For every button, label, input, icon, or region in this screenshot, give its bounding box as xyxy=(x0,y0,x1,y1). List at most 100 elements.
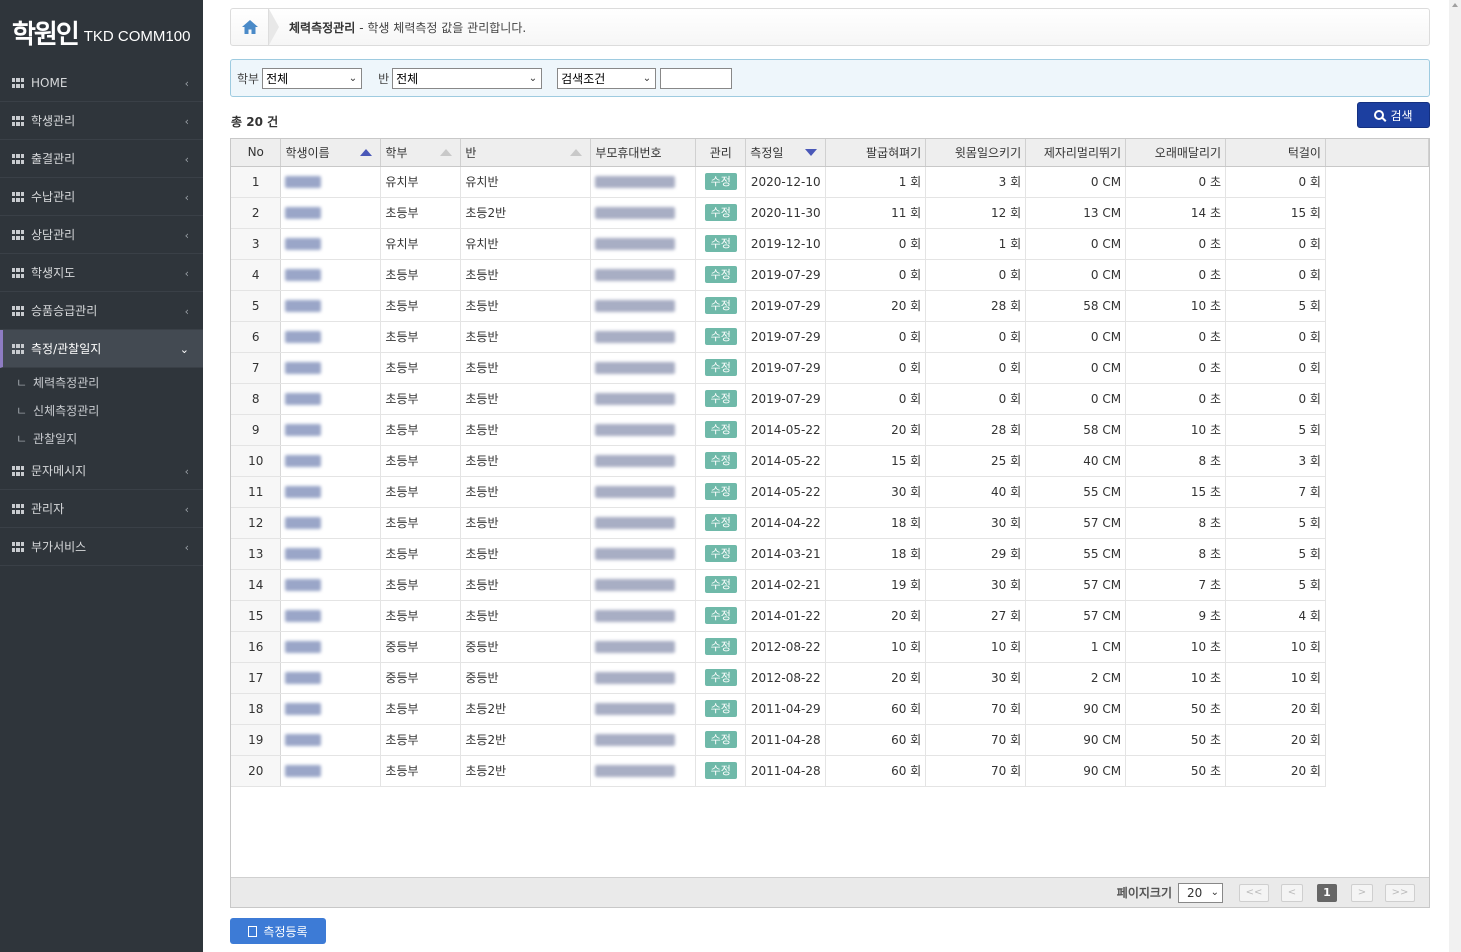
edit-button[interactable]: 수정 xyxy=(704,235,737,252)
table-row[interactable]: 17 중등부 중등반 수정 2012-08-22 20 회 30 회2 CM 10 초 10 회 xyxy=(231,662,1429,694)
submenu-item[interactable]: ㄴ 체력측정관리 xyxy=(0,368,203,396)
sidebar-item-administrator[interactable]: 관리자 ‹ xyxy=(0,490,203,528)
scroll-up-icon[interactable] xyxy=(1452,3,1458,7)
col-dept[interactable]: 학부 xyxy=(380,139,462,167)
home-button[interactable] xyxy=(231,9,269,45)
edit-button[interactable]: 수정 xyxy=(704,204,737,221)
sidebar-item-student-guidance[interactable]: 학생지도 ‹ xyxy=(0,254,203,292)
table-row[interactable]: 8 초등부 초등반 수정 2019-07-29 0 회0 회0 CM 0 초0 회 xyxy=(231,383,1429,415)
first-page-button[interactable]: << xyxy=(1239,883,1269,902)
col-parent-phone[interactable]: 부모휴대번호 xyxy=(590,139,697,167)
col-hang[interactable]: 오래매달리기 xyxy=(1125,139,1227,167)
edit-button[interactable]: 수정 xyxy=(704,576,737,593)
sidebar-item-home[interactable]: HOME ‹ xyxy=(0,64,203,102)
cell-student-name[interactable] xyxy=(280,259,382,291)
table-row[interactable]: 18 초등부 초등2반 수정 2011-04-29 60 회 70 회 90 CM 50 초 20… xyxy=(231,693,1429,725)
table-row[interactable]: 12 초등부 초등반 수정 2014-04-22 18 회 30 회 57 CM 8 초5 회 xyxy=(231,507,1429,539)
cell-student-name[interactable] xyxy=(280,600,382,632)
last-page-button[interactable]: >> xyxy=(1385,883,1415,902)
prev-page-button[interactable]: < xyxy=(1281,883,1303,902)
cell-student-name[interactable] xyxy=(280,476,382,508)
edit-button[interactable]: 수정 xyxy=(704,421,737,438)
edit-button[interactable]: 수정 xyxy=(704,700,737,717)
edit-button[interactable]: 수정 xyxy=(704,328,737,345)
edit-button[interactable]: 수정 xyxy=(704,359,737,376)
edit-button[interactable]: 수정 xyxy=(704,266,737,283)
col-manage[interactable]: 관리 xyxy=(695,139,747,167)
cell-student-name[interactable] xyxy=(280,569,382,601)
table-row[interactable]: 1 유치부 유치반 수정 2020-12-10 1 회3 회0 CM 0 초0 회 xyxy=(231,166,1429,198)
sidebar-item-additional-services[interactable]: 부가서비스 ‹ xyxy=(0,528,203,566)
table-row[interactable]: 16 중등부 중등반 수정 2012-08-22 10 회 10 회1 CM 10 초 10 회 xyxy=(231,631,1429,663)
sidebar-item-payment-management[interactable]: 수납관리 ‹ xyxy=(0,178,203,216)
class-select[interactable]: 전체 ⌄ xyxy=(392,67,543,89)
edit-button[interactable]: 수정 xyxy=(704,173,737,190)
cell-student-name[interactable] xyxy=(280,290,382,322)
page-size-select[interactable]: 20 ⌄ xyxy=(1178,882,1223,903)
table-row[interactable]: 4 초등부 초등반 수정 2019-07-29 0 회0 회0 CM 0 초0 회 xyxy=(231,259,1429,291)
cell-student-name[interactable] xyxy=(280,166,382,198)
col-student-name[interactable]: 학생이름 xyxy=(280,139,382,167)
sidebar-item-measurement-journal[interactable]: 측정/관찰일지 ⌄ xyxy=(0,330,203,368)
table-row[interactable]: 7 초등부 초등반 수정 2019-07-29 0 회0 회0 CM 0 초0 회 xyxy=(231,352,1429,384)
cell-student-name[interactable] xyxy=(280,631,382,663)
cell-student-name[interactable] xyxy=(280,507,382,539)
edit-button[interactable]: 수정 xyxy=(704,638,737,655)
cell-student-name[interactable] xyxy=(280,662,382,694)
submenu-item[interactable]: ㄴ 관찰일지 xyxy=(0,424,203,452)
col-situp[interactable]: 윗몸일으키기 xyxy=(925,139,1027,167)
edit-button[interactable]: 수정 xyxy=(704,545,737,562)
table-row[interactable]: 5 초등부 초등반 수정 2019-07-29 20 회 28 회 58 CM 10 초5 회 xyxy=(231,290,1429,322)
cell-student-name[interactable] xyxy=(280,197,382,229)
table-row[interactable]: 20 초등부 초등2반 수정 2011-04-28 60 회 70 회 90 CM 50 초 20… xyxy=(231,755,1429,787)
sidebar-item-text-message[interactable]: 문자메시지 ‹ xyxy=(0,452,203,490)
cell-student-name[interactable] xyxy=(280,724,382,756)
next-page-button[interactable]: > xyxy=(1351,883,1373,902)
cell-student-name[interactable] xyxy=(280,755,382,787)
edit-button[interactable]: 수정 xyxy=(704,483,737,500)
table-row[interactable]: 19 초등부 초등2반 수정 2011-04-28 60 회 70 회 90 CM 50 초 20… xyxy=(231,724,1429,756)
table-row[interactable]: 14 초등부 초등반 수정 2014-02-21 19 회 30 회 57 CM 7 초5 회 xyxy=(231,569,1429,601)
col-pullup[interactable]: 턱걸이 xyxy=(1225,139,1326,167)
sidebar-item-consultation-management[interactable]: 상담관리 ‹ xyxy=(0,216,203,254)
edit-button[interactable]: 수정 xyxy=(704,607,737,624)
table-row[interactable]: 6 초등부 초등반 수정 2019-07-29 0 회0 회0 CM 0 초0 회 xyxy=(231,321,1429,353)
cell-student-name[interactable] xyxy=(280,445,382,477)
col-pushup[interactable]: 팔굽혀펴기 xyxy=(825,139,927,167)
cell-student-name[interactable] xyxy=(280,321,382,353)
dept-select[interactable]: 전체 ⌄ xyxy=(262,67,363,89)
edit-button[interactable]: 수정 xyxy=(704,390,737,407)
page-number-current[interactable]: 1 xyxy=(1317,883,1337,902)
condition-select[interactable]: 검색조건 ⌄ xyxy=(557,67,657,89)
submenu-item[interactable]: ㄴ 신체측정관리 xyxy=(0,396,203,424)
col-date[interactable]: 측정일 xyxy=(745,139,827,167)
sidebar-item-attendance-management[interactable]: 출결관리 ‹ xyxy=(0,140,203,178)
table-row[interactable]: 10 초등부 초등반 수정 2014-05-22 15 회 25 회 40 CM 8 초3 회 xyxy=(231,445,1429,477)
table-row[interactable]: 9 초등부 초등반 수정 2014-05-22 20 회 28 회 58 CM 10 초5 회 xyxy=(231,414,1429,446)
col-no[interactable]: No xyxy=(231,139,282,167)
table-row[interactable]: 3 유치부 유치반 수정 2019-12-10 0 회1 회0 CM 0 초0 회 xyxy=(231,228,1429,260)
register-measurement-button[interactable]: 측정등록 xyxy=(230,918,326,944)
table-row[interactable]: 2 초등부 초등2반 수정 2020-11-30 11 회 12 회 13 CM 14 초 15 … xyxy=(231,197,1429,229)
page-scrollbar[interactable] xyxy=(1449,0,1461,952)
col-long-jump[interactable]: 제자리멀리뛰기 xyxy=(1025,139,1127,167)
search-input[interactable] xyxy=(660,67,733,89)
cell-student-name[interactable] xyxy=(280,693,382,725)
sidebar-item-promotion-management[interactable]: 승품승급관리 ‹ xyxy=(0,292,203,330)
cell-student-name[interactable] xyxy=(280,352,382,384)
edit-button[interactable]: 수정 xyxy=(704,762,737,779)
cell-student-name[interactable] xyxy=(280,383,382,415)
edit-button[interactable]: 수정 xyxy=(704,514,737,531)
cell-student-name[interactable] xyxy=(280,228,382,260)
edit-button[interactable]: 수정 xyxy=(704,452,737,469)
col-class[interactable]: 반 xyxy=(460,139,592,167)
table-row[interactable]: 15 초등부 초등반 수정 2014-01-22 20 회 27 회 57 CM 9 초4 회 xyxy=(231,600,1429,632)
logo[interactable]: 학원인 TKD COMM100 xyxy=(0,0,203,64)
edit-button[interactable]: 수정 xyxy=(704,731,737,748)
search-button[interactable]: 검색 xyxy=(1357,102,1430,128)
cell-student-name[interactable] xyxy=(280,538,382,570)
cell-student-name[interactable] xyxy=(280,414,382,446)
sidebar-item-student-management[interactable]: 학생관리 ‹ xyxy=(0,102,203,140)
edit-button[interactable]: 수정 xyxy=(704,297,737,314)
table-row[interactable]: 11 초등부 초등반 수정 2014-05-22 30 회 40 회 55 CM 15 초7 회 xyxy=(231,476,1429,508)
